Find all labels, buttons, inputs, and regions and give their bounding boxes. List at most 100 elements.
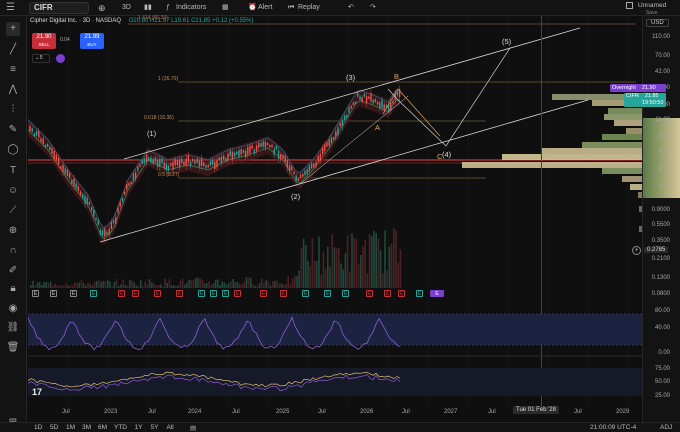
currency-label[interactable]: USD	[646, 19, 669, 27]
volume-bar	[256, 285, 259, 288]
candle-body	[242, 149, 245, 153]
magnet-icon[interactable]: ∩	[6, 244, 20, 258]
range-button-5y[interactable]: 5Y	[151, 424, 159, 431]
indicator-icon[interactable]: E	[342, 290, 349, 297]
logo-icon[interactable]: ☰	[6, 2, 19, 14]
price-chart[interactable]	[28, 16, 642, 406]
range-button-ytd[interactable]: YTD	[114, 424, 127, 431]
stay-drawing-icon[interactable]: ✐	[6, 264, 20, 278]
indicator-icon[interactable]: E	[90, 290, 97, 297]
cursor-line	[541, 16, 542, 406]
candle-body	[90, 207, 93, 211]
chart-pane[interactable]: Cipher Digital Inc. · 3D · NASDAQ O20.80…	[28, 15, 642, 406]
projection-icon[interactable]: ⫶	[6, 103, 20, 117]
candle-body	[60, 166, 62, 169]
range-button-5d[interactable]: 5D	[50, 424, 58, 431]
price-tick: 0.1300	[651, 275, 670, 281]
wave-5-label: (5)	[502, 37, 512, 46]
range-button-1d[interactable]: 1D	[34, 424, 42, 431]
layout-icon[interactable]	[626, 2, 633, 9]
visibility-icon[interactable]: ◉	[6, 302, 20, 316]
ellipse-icon[interactable]: ◯	[6, 143, 20, 157]
volume-bars	[30, 227, 402, 288]
indicator-icon[interactable]: E	[366, 290, 373, 297]
candle-body	[29, 125, 31, 131]
fib-icon[interactable]: ≡	[6, 63, 20, 77]
alert-button[interactable]: Alert	[258, 3, 272, 13]
text-icon[interactable]: T	[6, 164, 20, 178]
chart-type-icon[interactable]: ▮▮	[144, 3, 152, 13]
indicator-icon[interactable]: E	[384, 290, 391, 297]
timeframe-button[interactable]: 3D	[122, 3, 131, 13]
volume-bar	[89, 283, 91, 288]
indicator-icon[interactable]: E	[430, 290, 444, 297]
indicator-icon[interactable]: E	[50, 290, 57, 297]
pattern-icon[interactable]: ⋀	[6, 83, 20, 97]
indicator-icon[interactable]: E	[176, 290, 183, 297]
range-button-6m[interactable]: 6M	[98, 424, 107, 431]
indicator-icon[interactable]: E	[132, 290, 139, 297]
templates-icon[interactable]: ▦	[222, 3, 229, 13]
indicator-icon[interactable]: E	[198, 290, 205, 297]
ruler-icon[interactable]: ⟋	[6, 204, 20, 218]
brush-icon[interactable]: ✎	[6, 123, 20, 137]
compare-icon[interactable]: ⊕	[98, 3, 106, 13]
volume-bar	[135, 285, 138, 288]
add-alert-icon[interactable]: +	[632, 246, 641, 255]
range-button-1m[interactable]: 1M	[66, 424, 75, 431]
indicators-button[interactable]: Indicators	[176, 3, 206, 13]
indicator-icon[interactable]: E	[280, 290, 287, 297]
indicator-icon[interactable]: E	[70, 290, 77, 297]
indicator-icon[interactable]: E	[260, 290, 267, 297]
object-icon[interactable]	[56, 54, 65, 63]
indicator-icon[interactable]: E	[222, 290, 229, 297]
indicator-toggle[interactable]: ⌄5	[32, 54, 50, 63]
redo-icon[interactable]: ↷	[370, 3, 376, 13]
candle-body	[381, 100, 383, 108]
buy-button[interactable]: 21.99 BUY	[80, 33, 104, 49]
candle-body	[101, 230, 104, 236]
emoji-icon[interactable]: ☺	[6, 184, 20, 198]
indicator-icon[interactable]: E	[118, 290, 125, 297]
tv-logo-icon[interactable]: 17	[32, 387, 42, 397]
indicator-icon[interactable]: E	[398, 290, 405, 297]
clock-label[interactable]: 21:00:09 UTC-4	[590, 424, 636, 431]
calendar-icon[interactable]: ▤	[190, 424, 196, 432]
sell-button[interactable]: 21.90 SELL	[32, 33, 56, 49]
candle-body	[176, 159, 179, 166]
volume-bar	[373, 230, 375, 288]
indicator-icon[interactable]: E	[32, 290, 39, 297]
volume-profile-bar	[502, 154, 642, 160]
range-buttons: 1D 5D 1M 3M 6M YTD 1Y 5Y All	[34, 423, 184, 432]
range-button-1y[interactable]: 1Y	[135, 424, 143, 431]
wave-a-label: A	[375, 123, 381, 132]
range-button-3m[interactable]: 3M	[82, 424, 91, 431]
trash-icon[interactable]: 🗑︎	[6, 341, 20, 355]
time-tick: Jul	[232, 409, 240, 415]
candle-body	[297, 178, 300, 181]
indicator-icon[interactable]: E	[234, 290, 241, 297]
volume-bar	[38, 281, 41, 288]
lock-icon[interactable]: 🔒︎	[6, 282, 20, 296]
stoch-tick: 75.00	[654, 366, 670, 372]
indicator-icon[interactable]: E	[154, 290, 161, 297]
time-tick: Jul	[574, 409, 582, 415]
volume-bar	[126, 285, 129, 288]
indicator-icon[interactable]: E	[416, 290, 423, 297]
indicator-icon[interactable]: E	[210, 290, 217, 297]
indicator-icon[interactable]: E	[324, 290, 331, 297]
adj-toggle[interactable]: ADJ	[660, 424, 672, 431]
trend-line-icon[interactable]: ╱	[6, 43, 20, 57]
price-axis[interactable]: USD	[642, 16, 680, 422]
crosshair-icon[interactable]: +	[6, 22, 20, 36]
range-button-all[interactable]: All	[167, 424, 174, 431]
indicator-icon[interactable]: E	[302, 290, 309, 297]
replay-button[interactable]: Replay	[298, 3, 320, 13]
undo-icon[interactable]: ↶	[348, 3, 354, 13]
link-icon[interactable]: ⛓︎	[6, 321, 20, 335]
stoch-tick: 25.00	[654, 393, 670, 399]
symbol-search[interactable]: CIFR	[29, 2, 89, 14]
zoom-icon[interactable]: ⊕	[6, 224, 20, 238]
bottom-toolbar: 1D 5D 1M 3M 6M YTD 1Y 5Y All ▤ 21:00:09 UTC-4 AD…	[0, 422, 680, 432]
candle-body	[216, 159, 218, 168]
